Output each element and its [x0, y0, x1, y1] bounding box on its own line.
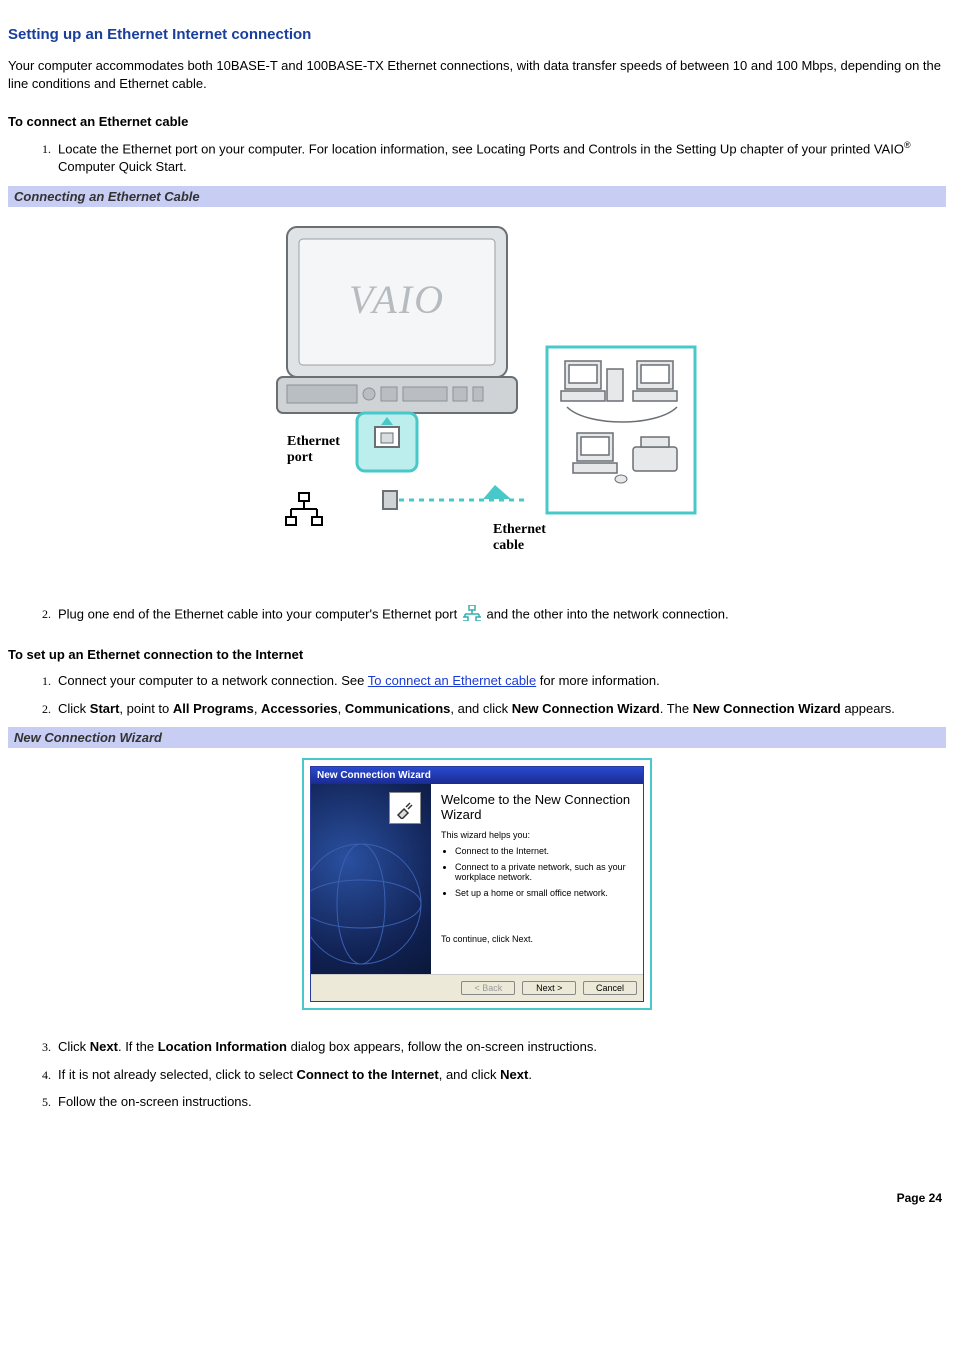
- text: Plug one end of the Ethernet cable into …: [58, 606, 461, 621]
- ethernet-port-icon: [463, 605, 481, 626]
- link-connect-cable[interactable]: To connect an Ethernet cable: [368, 673, 536, 688]
- text: and the other into the network connectio…: [486, 606, 728, 621]
- text: , and click: [439, 1067, 500, 1082]
- wizard-side-graphic: [311, 784, 431, 974]
- text: for more information.: [536, 673, 660, 688]
- wizard-text: This wizard helps you:: [441, 830, 633, 840]
- label-ethernet-port: Ethernet: [287, 434, 340, 449]
- subheading-connect-cable: To connect an Ethernet cable: [8, 114, 946, 129]
- ui-communications: Communications: [345, 701, 450, 716]
- step-click-next: Click Next. If the Location Information …: [54, 1038, 946, 1056]
- ui-accessories: Accessories: [261, 701, 338, 716]
- figure-wizard: New Connection Wizard Welcome to the New…: [8, 758, 946, 1010]
- text: , point to: [119, 701, 172, 716]
- text: Computer Quick Start.: [58, 159, 187, 174]
- registered-mark: ®: [904, 140, 911, 150]
- text: Click: [58, 1039, 90, 1054]
- text: .: [528, 1067, 532, 1082]
- svg-text:VAIO: VAIO: [349, 277, 445, 322]
- cancel-button[interactable]: Cancel: [583, 981, 637, 995]
- plug-icon: [389, 792, 421, 824]
- step-connect-internet: If it is not already selected, click to …: [54, 1066, 946, 1084]
- ui-new-conn-wizard-2: New Connection Wizard: [693, 701, 841, 716]
- wizard-bullet: Set up a home or small office network.: [455, 888, 633, 898]
- back-button: < Back: [461, 981, 515, 995]
- svg-text:port: port: [287, 450, 313, 465]
- text: appears.: [841, 701, 895, 716]
- text: . The: [660, 701, 693, 716]
- figure-caption-band-2: New Connection Wizard: [8, 727, 946, 748]
- step-plug-cable: Plug one end of the Ethernet cable into …: [54, 605, 946, 626]
- wizard-titlebar: New Connection Wizard: [311, 767, 643, 784]
- ui-new-conn-wizard: New Connection Wizard: [512, 701, 660, 716]
- step-connect-network: Connect your computer to a network conne…: [54, 672, 946, 690]
- text: ,: [254, 701, 261, 716]
- figure-ethernet: VAIO Ethernet port: [8, 217, 946, 577]
- label-ethernet-cable: Ethernet: [493, 522, 546, 537]
- ui-all-programs: All Programs: [173, 701, 254, 716]
- text: . If the: [118, 1039, 158, 1054]
- step-locate-port: Locate the Ethernet port on your compute…: [54, 139, 946, 175]
- wizard-heading: Welcome to the New Connection Wizard: [441, 792, 633, 822]
- figure-caption-band: Connecting an Ethernet Cable: [8, 186, 946, 207]
- ui-next: Next: [90, 1039, 118, 1054]
- ui-start: Start: [90, 701, 120, 716]
- wizard-continue-text: To continue, click Next.: [441, 934, 633, 944]
- text: If it is not already selected, click to …: [58, 1067, 296, 1082]
- ui-location-info: Location Information: [158, 1039, 287, 1054]
- page-number: Page 24: [8, 1191, 946, 1205]
- step-follow: Follow the on-screen instructions.: [54, 1093, 946, 1111]
- step-open-wizard: Click Start, point to All Programs, Acce…: [54, 700, 946, 718]
- text: Click: [58, 701, 90, 716]
- intro-paragraph: Your computer accommodates both 10BASE-T…: [8, 57, 946, 92]
- page-title: Setting up an Ethernet Internet connecti…: [8, 26, 946, 43]
- ethernet-diagram-svg: VAIO Ethernet port: [257, 217, 697, 577]
- ui-next-2: Next: [500, 1067, 528, 1082]
- text: Locate the Ethernet port on your compute…: [58, 141, 904, 156]
- text: , and click: [450, 701, 511, 716]
- wizard-window: New Connection Wizard Welcome to the New…: [310, 766, 644, 1002]
- text: dialog box appears, follow the on-screen…: [287, 1039, 597, 1054]
- wizard-bullet: Connect to a private network, such as yo…: [455, 862, 633, 882]
- subheading-setup: To set up an Ethernet connection to the …: [8, 647, 946, 662]
- next-button[interactable]: Next >: [522, 981, 576, 995]
- ui-connect-internet: Connect to the Internet: [296, 1067, 438, 1082]
- svg-text:cable: cable: [493, 538, 524, 553]
- wizard-bullet: Connect to the Internet.: [455, 846, 633, 856]
- text: Connect your computer to a network conne…: [58, 673, 368, 688]
- text: ,: [338, 701, 345, 716]
